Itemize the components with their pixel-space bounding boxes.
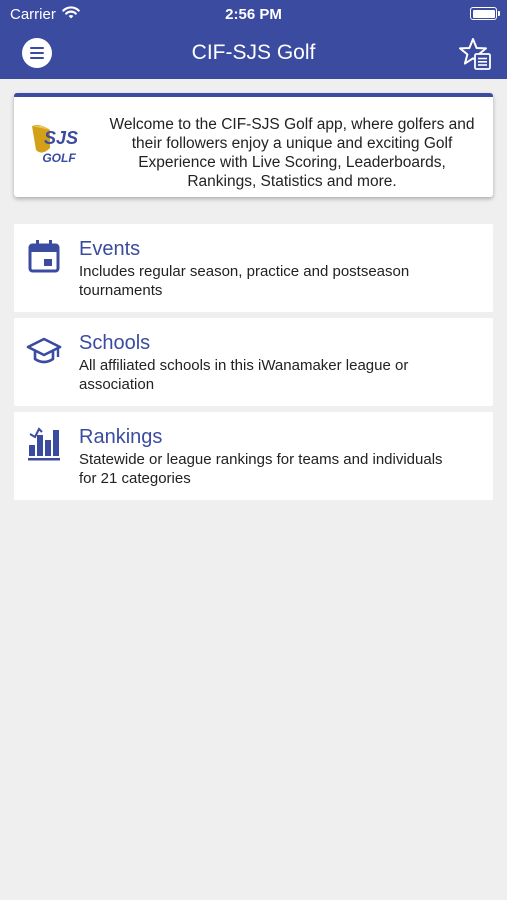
cif-sjs-golf-logo: SJS GOLF — [32, 125, 78, 165]
logo-text-top: SJS — [44, 128, 78, 148]
welcome-card: SJS GOLF Welcome to the CIF-SJS Golf app… — [14, 93, 493, 197]
nav-item-rankings[interactable]: Rankings Statewide or league rankings fo… — [14, 412, 493, 500]
nav-item-description: Includes regular season, practice and po… — [79, 263, 410, 299]
bar-chart-icon — [28, 427, 60, 461]
nav-item-events[interactable]: Events Includes regular season, practice… — [14, 224, 493, 312]
nav-item-schools[interactable]: Schools All affiliated schools in this i… — [14, 318, 493, 406]
nav-item-title: Events — [79, 238, 141, 260]
calendar-icon — [28, 240, 60, 273]
status-time: 2:56 PM — [225, 6, 282, 23]
graduation-cap-icon — [26, 337, 62, 364]
nav-item-description: All affiliated schools in this iWanamake… — [79, 357, 409, 393]
page-title: CIF-SJS Golf — [191, 41, 316, 64]
app-header: Carrier 2:56 PM CIF-SJS Golf — [0, 0, 507, 79]
battery-icon — [470, 7, 500, 20]
logo-text-bottom: GOLF — [42, 151, 76, 165]
status-bar: Carrier 2:56 PM — [0, 0, 507, 28]
nav-item-title: Schools — [79, 332, 151, 354]
nav-item-description: Statewide or league rankings for teams a… — [79, 451, 443, 487]
welcome-message: Welcome to the CIF-SJS Golf app, where g… — [109, 116, 475, 190]
favorites-star-icon[interactable] — [458, 37, 492, 71]
nav-item-title: Rankings — [79, 426, 163, 448]
